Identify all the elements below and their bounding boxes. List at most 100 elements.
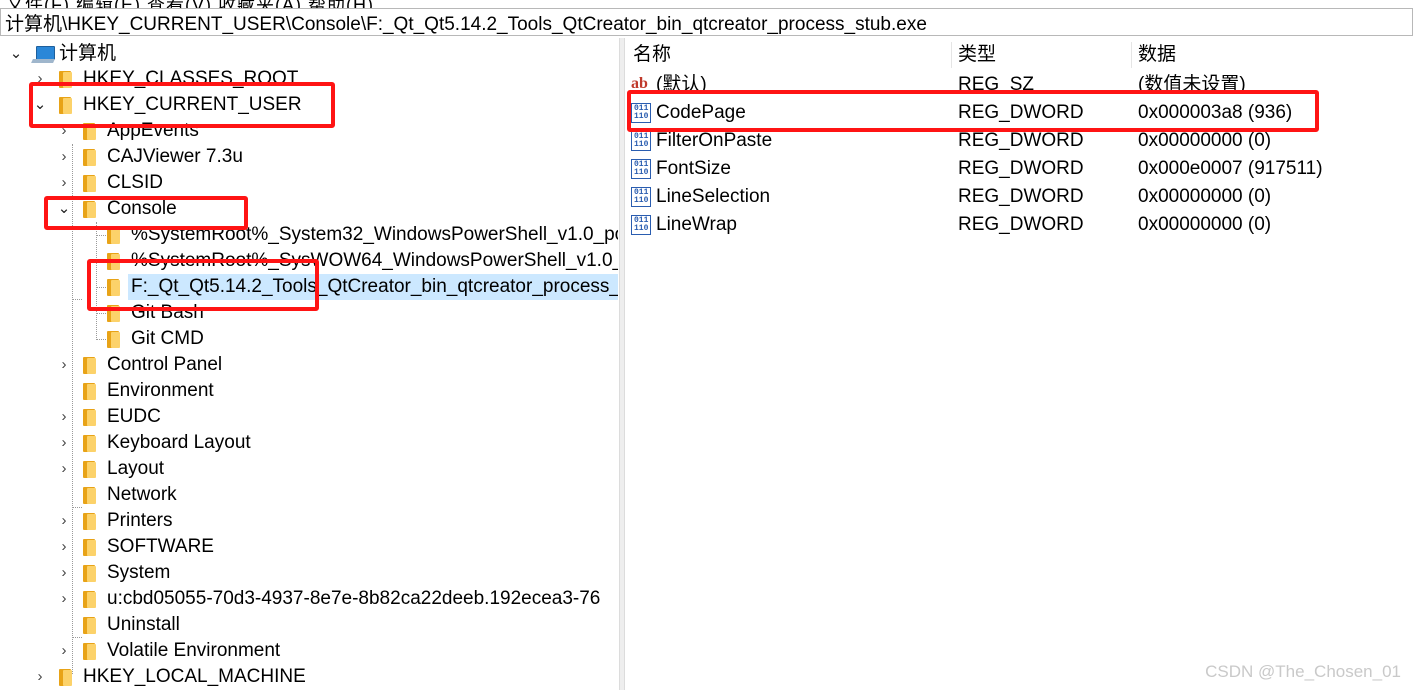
value-row-codepage[interactable]: 011 110 CodePage REG_DWORD 0x000003a8 (93… xyxy=(625,99,1415,127)
tree-node-qtcreator-process-stub[interactable]: F:_Qt_Qt5.14.2_Tools_QtCreator_bin_qtcre… xyxy=(0,274,618,300)
tree-node-console[interactable]: ⌄ Console xyxy=(0,196,618,222)
tree-node-label: Environment xyxy=(107,380,214,401)
chevron-down-icon[interactable]: ⌄ xyxy=(7,44,25,64)
chevron-right-icon[interactable]: › xyxy=(55,537,73,557)
value-name: FilterOnPaste xyxy=(656,130,773,151)
address-bar[interactable] xyxy=(0,8,1415,36)
tree-node-appevents[interactable]: › AppEvents xyxy=(0,118,618,144)
value-row-lineselection[interactable]: 011 110 LineSelection REG_DWORD 0x0000000… xyxy=(625,183,1415,211)
values-list[interactable]: 名称 类型 数据 ab (默认) REG_SZ (数值未设置) 011 110 C… xyxy=(625,38,1415,690)
tree-node-label: Console xyxy=(107,198,177,219)
folder-icon xyxy=(81,356,96,374)
tree-node-label: Uninstall xyxy=(107,614,180,635)
folder-icon xyxy=(81,564,96,582)
menu-bar[interactable]: 文件(F) 编辑(E) 查看(V) 收藏夹(A) 帮助(H) xyxy=(0,0,1415,8)
tree-node-eudc[interactable]: › EUDC xyxy=(0,404,618,430)
column-divider[interactable] xyxy=(951,42,952,68)
folder-icon xyxy=(81,382,96,400)
chevron-right-icon[interactable]: › xyxy=(31,69,49,89)
tree-node-label: Keyboard Layout xyxy=(107,432,251,453)
tree-node-label: Network xyxy=(107,484,177,505)
tree-node-volatile-environment[interactable]: › Volatile Environment xyxy=(0,638,618,664)
chevron-down-icon[interactable]: ⌄ xyxy=(55,199,73,219)
tree-node-control-panel[interactable]: › Control Panel xyxy=(0,352,618,378)
tree-node-label: Git CMD xyxy=(131,328,204,349)
value-data: 0x000003a8 (936) xyxy=(1138,102,1293,123)
tree-node-software[interactable]: › SOFTWARE xyxy=(0,534,618,560)
value-name: LineSelection xyxy=(656,186,771,207)
tree-node-computer[interactable]: ⌄ 计算机 xyxy=(0,41,618,67)
chevron-right-icon[interactable]: › xyxy=(31,667,49,687)
folder-icon xyxy=(105,252,120,270)
watermark: CSDN @The_Chosen_01 xyxy=(1205,662,1401,681)
tree-node-printers[interactable]: › Printers xyxy=(0,508,618,534)
tree-node-label: CAJViewer 7.3u xyxy=(107,146,243,167)
tree-node-git-cmd[interactable]: Git CMD xyxy=(0,326,618,352)
tree-node-cajviewer[interactable]: › CAJViewer 7.3u xyxy=(0,144,618,170)
folder-icon xyxy=(81,590,96,608)
value-data: 0x000e0007 (917511) xyxy=(1138,158,1323,179)
tree-node-label: Control Panel xyxy=(107,354,223,375)
chevron-right-icon[interactable]: › xyxy=(55,511,73,531)
tree-node-clsid[interactable]: › CLSID xyxy=(0,170,618,196)
tree-node-layout[interactable]: › Layout xyxy=(0,456,618,482)
folder-icon xyxy=(105,278,120,296)
column-divider[interactable] xyxy=(1131,42,1132,68)
tree-node-label: HKEY_CLASSES_ROOT xyxy=(83,68,299,89)
string-value-icon: ab xyxy=(631,75,648,92)
tree-node-label: SOFTWARE xyxy=(107,536,214,557)
column-header-type[interactable]: 类型 xyxy=(958,42,996,68)
address-input[interactable] xyxy=(1,9,1415,35)
chevron-right-icon[interactable]: › xyxy=(55,641,73,661)
chevron-right-icon[interactable]: › xyxy=(55,173,73,193)
binary-value-icon: 011 110 xyxy=(631,159,651,179)
folder-icon xyxy=(57,70,72,88)
tree-node-powershell-syswow64[interactable]: %SystemRoot%_SysWOW64_WindowsPowerShell_… xyxy=(0,248,618,274)
folder-icon xyxy=(81,148,96,166)
chevron-right-icon[interactable]: › xyxy=(55,407,73,427)
chevron-right-icon[interactable]: › xyxy=(55,459,73,479)
tree-node-hkey-current-user[interactable]: ⌄ HKEY_CURRENT_USER xyxy=(0,92,618,118)
tree-node-label: Layout xyxy=(107,458,165,479)
tree-node-uninstall[interactable]: Uninstall xyxy=(0,612,618,638)
value-data: 0x00000000 (0) xyxy=(1138,186,1272,207)
value-row-default[interactable]: ab (默认) REG_SZ (数值未设置) xyxy=(625,71,1415,99)
tree-node-system[interactable]: › System xyxy=(0,560,618,586)
chevron-right-icon[interactable]: › xyxy=(55,563,73,583)
chevron-right-icon[interactable]: › xyxy=(55,355,73,375)
folder-icon xyxy=(105,304,120,322)
value-name: FontSize xyxy=(656,158,731,179)
chevron-right-icon[interactable]: › xyxy=(55,589,73,609)
column-header-name[interactable]: 名称 xyxy=(633,42,671,68)
tree-node-label: System xyxy=(107,562,171,583)
chevron-right-icon[interactable]: › xyxy=(55,121,73,141)
tree-node-label: %SystemRoot%_SysWOW64_WindowsPowerShell_… xyxy=(131,250,618,271)
tree-node-u-cbd05055[interactable]: › u:cbd05055-70d3-4937-8e7e-8b82ca22deeb… xyxy=(0,586,618,612)
tree-node-hkey-classes-root[interactable]: › HKEY_CLASSES_ROOT xyxy=(0,66,618,92)
value-row-linewrap[interactable]: 011 110 LineWrap REG_DWORD 0x00000000 (0) xyxy=(625,211,1415,239)
binary-value-icon: 011 110 xyxy=(631,103,651,123)
tree-node-label: %SystemRoot%_System32_WindowsPowerShell_… xyxy=(131,224,618,245)
tree-node-network[interactable]: Network xyxy=(0,482,618,508)
value-row-fontsize[interactable]: 011 110 FontSize REG_DWORD 0x000e0007 (91… xyxy=(625,155,1415,183)
value-name: CodePage xyxy=(656,102,746,123)
value-type: REG_DWORD xyxy=(958,214,1084,235)
tree-node-powershell-system32[interactable]: %SystemRoot%_System32_WindowsPowerShell_… xyxy=(0,222,618,248)
tree-node-keyboard-layout[interactable]: › Keyboard Layout xyxy=(0,430,618,456)
chevron-right-icon[interactable]: › xyxy=(55,147,73,167)
value-row-filteronpaste[interactable]: 011 110 FilterOnPaste REG_DWORD 0x0000000… xyxy=(625,127,1415,155)
binary-value-icon: 011 110 xyxy=(631,215,651,235)
registry-tree[interactable]: ⌄ 计算机 › HKEY_CLASSES_ROOT ⌄ HKEY_CURRENT… xyxy=(0,38,618,690)
tree-node-label: u:cbd05055-70d3-4937-8e7e-8b82ca22deeb.1… xyxy=(107,588,601,609)
tree-node-hkey-local-machine[interactable]: › HKEY_LOCAL_MACHINE xyxy=(0,664,618,690)
value-type: REG_DWORD xyxy=(958,130,1084,151)
chevron-right-icon[interactable]: › xyxy=(55,433,73,453)
column-header-data[interactable]: 数据 xyxy=(1138,42,1176,68)
tree-node-git-bash[interactable]: Git Bash xyxy=(0,300,618,326)
folder-icon xyxy=(81,122,96,140)
chevron-down-icon[interactable]: ⌄ xyxy=(31,95,49,115)
tree-node-environment[interactable]: Environment xyxy=(0,378,618,404)
folder-icon xyxy=(105,226,120,244)
menu-bar-text[interactable]: 文件(F) 编辑(E) 查看(V) 收藏夹(A) 帮助(H) xyxy=(6,0,374,8)
tree-node-label: CLSID xyxy=(107,172,163,193)
